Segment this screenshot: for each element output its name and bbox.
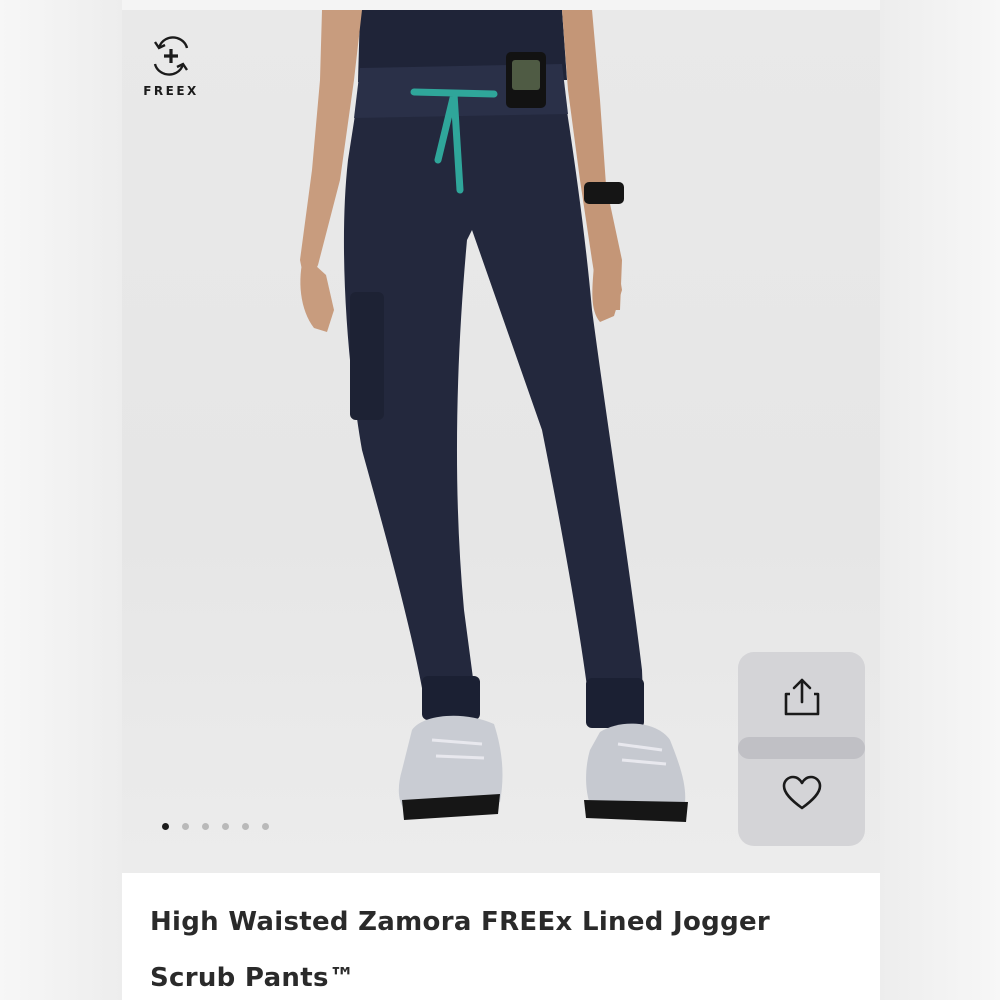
favorite-button[interactable]	[738, 748, 865, 838]
page-dot[interactable]	[182, 823, 189, 830]
action-panel	[738, 652, 865, 846]
left-backdrop	[0, 0, 122, 1000]
page-dot[interactable]	[262, 823, 269, 830]
product-title: High Waisted Zamora FREEx Lined Jogger S…	[150, 907, 771, 993]
page-dot[interactable]	[222, 823, 229, 830]
page-dot-active[interactable]	[162, 823, 169, 830]
page-dot[interactable]	[202, 823, 209, 830]
page-dot[interactable]	[242, 823, 249, 830]
brand-badge: FREEX	[140, 32, 202, 98]
product-image[interactable]: FREEX	[122, 10, 880, 873]
share-button[interactable]	[738, 652, 865, 742]
brand-name: FREEX	[143, 84, 199, 98]
heart-icon	[782, 775, 821, 810]
product-card: FREEX High Waisted Zamora FREEx Lined Jo…	[122, 10, 880, 1000]
share-icon	[784, 678, 819, 716]
gallery-pagination	[162, 823, 269, 830]
freex-logo-icon	[153, 36, 189, 76]
right-backdrop	[880, 0, 1000, 1000]
